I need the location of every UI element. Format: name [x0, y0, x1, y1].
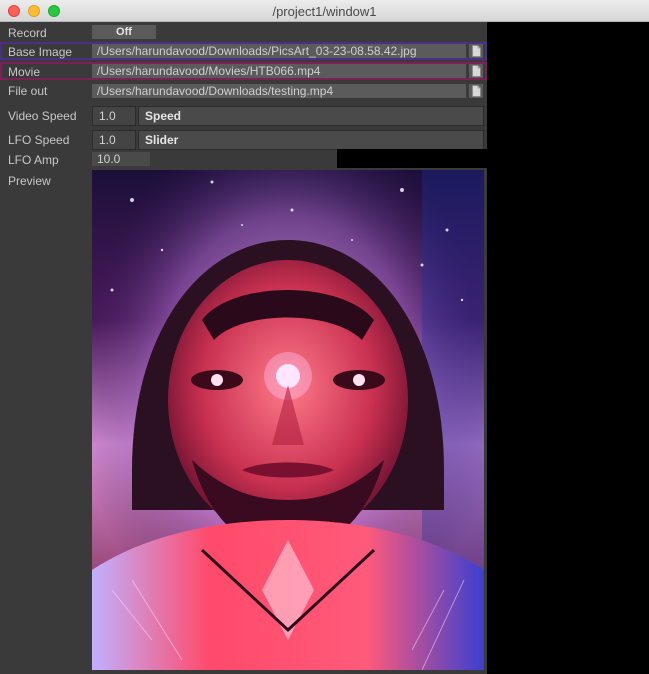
file-out-path-field[interactable]: /Users/harundavood/Downloads/testing.mp4 — [92, 84, 466, 98]
file-out-label: File out — [8, 84, 48, 98]
movie-browse-button[interactable] — [469, 64, 483, 78]
preview-image — [92, 170, 484, 670]
base-image-path-field[interactable]: /Users/harundavood/Downloads/PicsArt_03-… — [92, 44, 466, 58]
parameter-panel: Record Off Base Image /Users/harundavood… — [0, 22, 487, 674]
movie-label: Movie — [8, 65, 41, 79]
lfo-amp-value-field[interactable]: 10.0 — [92, 152, 150, 166]
video-speed-label: Video Speed — [8, 109, 77, 123]
lfo-speed-slider[interactable]: Slider — [138, 130, 484, 150]
file-icon — [472, 45, 481, 57]
movie-path-field[interactable]: /Users/harundavood/Movies/HTB066.mp4 — [92, 64, 466, 78]
title-bar[interactable]: /project1/window1 — [0, 0, 649, 22]
record-label: Record — [8, 26, 47, 40]
app-window: /project1/window1 Record Off Base Image … — [0, 0, 649, 674]
base-image-browse-button[interactable] — [469, 44, 483, 58]
lfo-amp-label: LFO Amp — [8, 153, 59, 167]
empty-region — [337, 149, 487, 168]
record-toggle[interactable]: Off — [92, 25, 156, 39]
video-speed-slider[interactable]: Speed — [138, 106, 484, 126]
lfo-speed-label: LFO Speed — [8, 133, 70, 147]
lfo-speed-value-field[interactable]: 1.0 — [92, 130, 136, 150]
video-speed-value-field[interactable]: 1.0 — [92, 106, 136, 126]
file-out-browse-button[interactable] — [469, 84, 483, 98]
file-icon — [472, 85, 481, 97]
window-title: /project1/window1 — [272, 4, 377, 19]
file-icon — [472, 65, 481, 77]
preview-label: Preview — [8, 174, 51, 188]
base-image-label: Base Image — [8, 45, 73, 59]
